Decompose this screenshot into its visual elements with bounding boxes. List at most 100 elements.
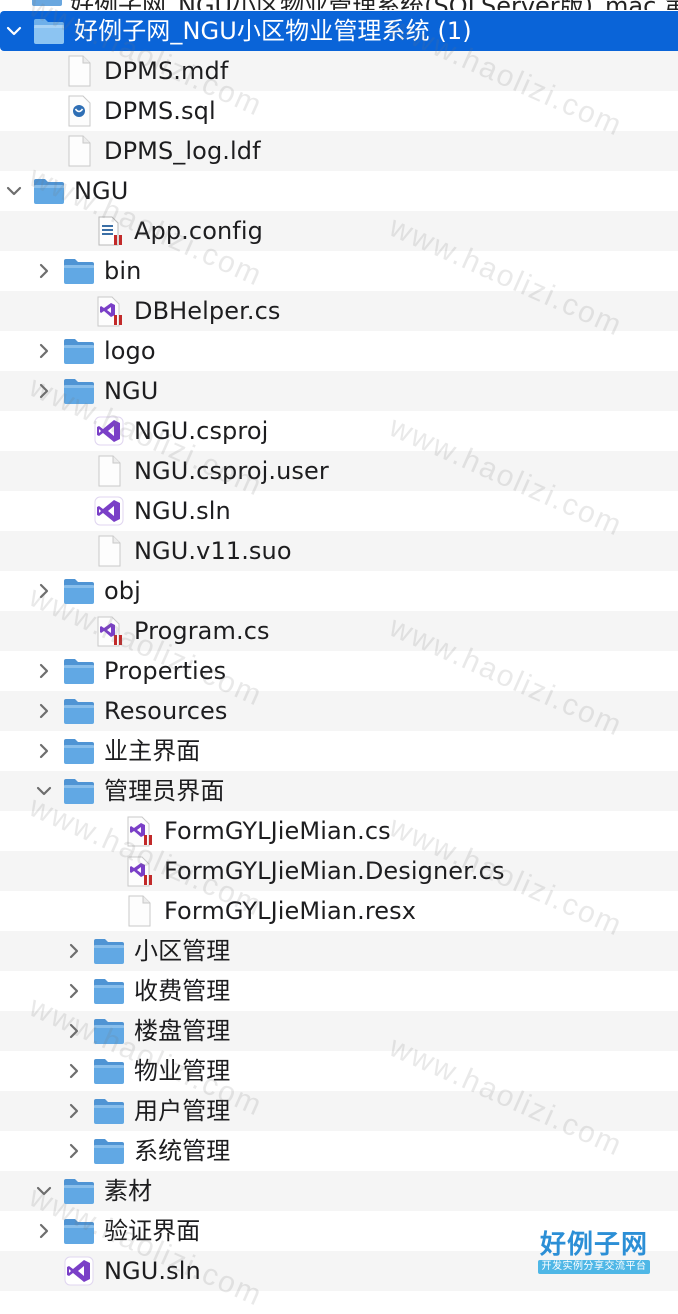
tree-row-folder-building-mgmt[interactable]: 楼盘管理 (0, 1011, 678, 1051)
tree-row-file-ngu-v11-suo[interactable]: NGU.v11.suo (0, 531, 678, 571)
disclosure-spacer (34, 51, 54, 91)
folder-icon (92, 1134, 126, 1168)
site-logo: 好例子网 开发实例分享交流平台 (538, 1230, 650, 1276)
tree-row-label: 业主界面 (104, 737, 201, 765)
disclosure-spacer (64, 531, 84, 571)
chevron-right-icon[interactable] (34, 731, 54, 771)
tree-row-file-dbhelper-cs[interactable]: DBHelper.cs (0, 291, 678, 331)
tree-row-label: NGU.csproj (134, 417, 269, 445)
tree-row-label: Properties (104, 657, 227, 685)
tree-row-file-formgyljiemian-designer-cs[interactable]: FormGYLJieMian.Designer.cs (0, 851, 678, 891)
chevron-right-icon[interactable] (34, 691, 54, 731)
disclosure-spacer (64, 491, 84, 531)
tree-row-label: 管理员界面 (104, 777, 225, 805)
chevron-down-icon[interactable] (34, 1171, 54, 1211)
tree-row-label: DPMS.mdf (104, 57, 229, 85)
disclosure-spacer (64, 291, 84, 331)
chevron-right-icon[interactable] (64, 1131, 84, 1171)
folder-icon (62, 574, 96, 608)
tree-row-file-dpms-sql[interactable]: DPMS.sql (0, 91, 678, 131)
disclosure-spacer (64, 411, 84, 451)
tree-row-folder-system-mgmt[interactable]: 系统管理 (0, 1131, 678, 1171)
tree-row-folder-owner-ui[interactable]: 业主界面 (0, 731, 678, 771)
folder-icon (32, 174, 66, 208)
disclosure-spacer (34, 131, 54, 171)
disclosure-spacer (64, 451, 84, 491)
folder-icon (92, 974, 126, 1008)
chevron-right-icon[interactable] (64, 1091, 84, 1131)
tree-row-folder-charge-mgmt[interactable]: 收费管理 (0, 971, 678, 1011)
tree-row-folder-community-mgmt[interactable]: 小区管理 (0, 931, 678, 971)
tree-row-file-app-config[interactable]: App.config (0, 211, 678, 251)
chevron-right-icon[interactable] (34, 571, 54, 611)
folder-icon (92, 1094, 126, 1128)
tree-row-label: bin (104, 257, 142, 285)
chevron-right-icon[interactable] (64, 931, 84, 971)
tree-row-file-dpms-log-ldf[interactable]: DPMS_log.ldf (0, 131, 678, 171)
tree-row-label: FormGYLJieMian.cs (164, 817, 391, 845)
site-logo-title: 好例子网 (539, 1230, 648, 1260)
document-icon (92, 534, 126, 568)
folder-icon (62, 334, 96, 368)
tree-row-file-dpms-mdf[interactable]: DPMS.mdf (0, 51, 678, 91)
tree-row-file-program-cs[interactable]: Program.cs (0, 611, 678, 651)
tree-row-file-formgyljiemian-resx[interactable]: FormGYLJieMian.resx (0, 891, 678, 931)
folder-icon (92, 1014, 126, 1048)
document-icon (92, 454, 126, 488)
folder-icon (32, 14, 66, 48)
folder-icon (92, 934, 126, 968)
tree-row-file-formgyljiemian-cs[interactable]: FormGYLJieMian.cs (0, 811, 678, 851)
tree-row-folder-root[interactable]: 好例子网_NGU小区物业管理系统 (1) (0, 11, 678, 51)
tree-row-file-ngu-csproj[interactable]: NGU.csproj (0, 411, 678, 451)
tree-row-label: NGU.csproj.user (134, 457, 329, 485)
tree-row-file-ngu-csproj-user[interactable]: NGU.csproj.user (0, 451, 678, 491)
tree-row-folder-properties[interactable]: Properties (0, 651, 678, 691)
tree-row-folder-bin[interactable]: bin (0, 251, 678, 291)
tree-row-label: DBHelper.cs (134, 297, 281, 325)
chevron-down-icon[interactable] (4, 171, 24, 211)
disclosure-spacer (34, 91, 54, 131)
tree-row-file-ngu-sln-inner[interactable]: NGU.sln (0, 491, 678, 531)
folder-icon (62, 1174, 96, 1208)
chevron-right-icon[interactable] (34, 371, 54, 411)
tree-row-label: FormGYLJieMian.Designer.cs (164, 857, 505, 885)
visual-studio-icon (92, 494, 126, 528)
chevron-down-icon[interactable] (4, 11, 24, 51)
folder-icon (62, 694, 96, 728)
folder-icon (62, 254, 96, 288)
tree-row-folder-admin-ui[interactable]: 管理员界面 (0, 771, 678, 811)
tree-row-label: 收费管理 (134, 977, 231, 1005)
chevron-right-icon[interactable] (34, 1211, 54, 1251)
folder-icon (62, 374, 96, 408)
chevron-right-icon[interactable] (34, 251, 54, 291)
tree-row-folder-obj[interactable]: obj (0, 571, 678, 611)
tree-row-folder-resources[interactable]: Resources (0, 691, 678, 731)
folder-icon (62, 1214, 96, 1248)
chevron-right-icon[interactable] (64, 1051, 84, 1091)
chevron-right-icon[interactable] (64, 1011, 84, 1051)
chevron-down-icon[interactable] (34, 771, 54, 811)
tree-row-label: NGU (104, 377, 159, 405)
cut-off-row: 好例子网_NGU小区物业管理系统(SQLServer版)_mac 第三页 (0, 0, 678, 10)
chevron-right-icon[interactable] (34, 331, 54, 371)
chevron-right-icon[interactable] (34, 651, 54, 691)
disclosure-spacer (34, 1251, 54, 1291)
tree-row-label: 用户管理 (134, 1097, 231, 1125)
csharp-file-icon (92, 294, 126, 328)
tree-row-folder-property-mgmt[interactable]: 物业管理 (0, 1051, 678, 1091)
tree-row-label: logo (104, 337, 156, 365)
tree-row-folder-assets[interactable]: 素材 (0, 1171, 678, 1211)
csharp-file-icon (92, 614, 126, 648)
tree-row-folder-user-mgmt[interactable]: 用户管理 (0, 1091, 678, 1131)
chevron-right-icon[interactable] (64, 971, 84, 1011)
document-icon (62, 54, 96, 88)
sql-file-icon (62, 94, 96, 128)
tree-row-label: DPMS_log.ldf (104, 137, 261, 165)
config-file-icon (92, 214, 126, 248)
folder-icon (32, 0, 62, 6)
tree-row-folder-ngu[interactable]: NGU (0, 171, 678, 211)
tree-row-label: Program.cs (134, 617, 270, 645)
tree-row-folder-ngu-inner[interactable]: NGU (0, 371, 678, 411)
document-icon (62, 134, 96, 168)
tree-row-folder-logo[interactable]: logo (0, 331, 678, 371)
